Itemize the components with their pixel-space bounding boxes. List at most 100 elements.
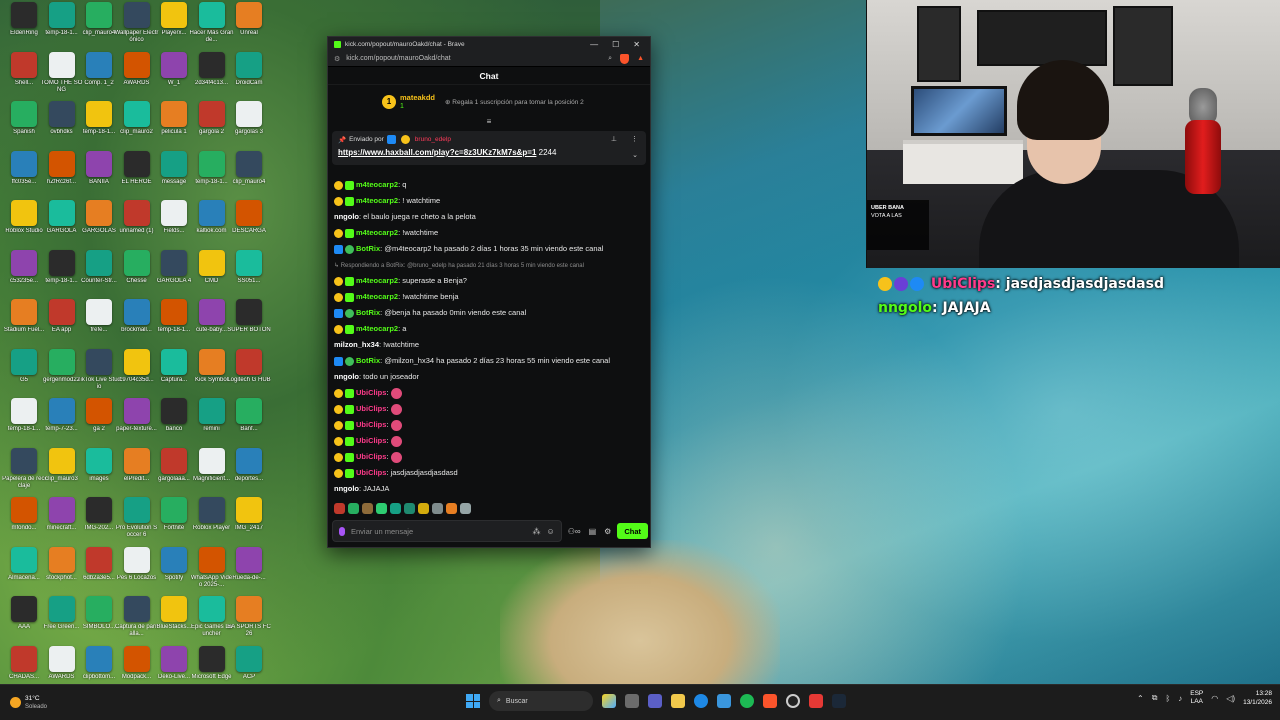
chat-message[interactable]: BotRix: @benja ha pasado 0min viendo est…: [334, 305, 644, 321]
emote-icon[interactable]: [418, 503, 429, 514]
file-explorer-icon[interactable]: [671, 694, 685, 708]
chat-message[interactable]: BotRix: @milzon_hx34 ha pasado 2 días 23…: [334, 353, 644, 369]
chat-message[interactable]: m4teocarp2: superaste a Benja?: [334, 273, 644, 289]
chat-username[interactable]: UbiClips: [356, 468, 386, 477]
wifi-icon[interactable]: ◠: [1211, 694, 1218, 703]
chevron-up-icon[interactable]: ⌃: [1137, 694, 1144, 703]
emoji-icon[interactable]: ☺: [547, 527, 555, 536]
desktop-icon[interactable]: clip_mauro4: [227, 149, 271, 197]
chat-message[interactable]: nngolo: JAJAJA: [334, 481, 644, 497]
chat-message[interactable]: m4teocarp2: ! watchtime: [334, 193, 644, 209]
obs-icon[interactable]: [786, 694, 800, 708]
chat-username[interactable]: m4teocarp2: [356, 292, 398, 301]
address-bar[interactable]: ⚙ kick.com/popout/mauroOakd/chat ⌕ ▲: [328, 51, 650, 67]
emote-icon[interactable]: [376, 503, 387, 514]
chat-message[interactable]: BotRix: @m4teocarp2 ha pasado 2 días 1 h…: [334, 241, 644, 257]
chat-username[interactable]: milzon_hx34: [334, 340, 379, 349]
pinned-user[interactable]: bruno_edelp: [415, 136, 451, 143]
chevron-down-icon[interactable]: ⌄: [632, 151, 638, 159]
taskbar-search[interactable]: ⌕ Buscar: [489, 691, 593, 711]
chat-username[interactable]: nngolo: [334, 372, 359, 381]
steam-icon[interactable]: [832, 694, 846, 708]
send-chat-button[interactable]: Chat: [617, 523, 648, 539]
chat-message[interactable]: UbiClips:: [334, 385, 644, 401]
chat-message[interactable]: UbiClips:: [334, 449, 644, 465]
chat-username[interactable]: UbiClips: [356, 420, 386, 429]
desktop-icon[interactable]: Banf...: [227, 396, 271, 444]
chat-message[interactable]: UbiClips: jasdjasdjasdjasdasd: [334, 465, 644, 481]
emote-icon[interactable]: [390, 503, 401, 514]
chat-username[interactable]: m4teocarp2: [356, 180, 398, 189]
emote-icon[interactable]: [446, 503, 457, 514]
unpin-icon[interactable]: ⊥: [611, 135, 617, 143]
brave-icon[interactable]: [763, 694, 777, 708]
desktop-icon[interactable]: DroidCam: [227, 50, 271, 98]
desktop-icon[interactable]: DESCARGA: [227, 198, 271, 246]
chat-username[interactable]: UbiClips: [356, 436, 386, 445]
emote-icon[interactable]: [348, 503, 359, 514]
chat-message[interactable]: m4teocarp2: a: [334, 321, 644, 337]
bluetooth-icon[interactable]: ᛒ: [1165, 694, 1170, 703]
chat-message[interactable]: ↳ Respondiendo a BotRix: @bruno_edelp ha…: [334, 257, 644, 273]
clock[interactable]: 13:28 13/1/2026: [1243, 689, 1272, 707]
url-text[interactable]: kick.com/popout/mauroOakd/chat: [346, 55, 608, 62]
brave-shield-icon[interactable]: [620, 53, 630, 64]
teams-icon[interactable]: [648, 694, 662, 708]
brave-rewards-icon[interactable]: ▲: [637, 55, 644, 62]
desktop-icon[interactable]: SUPER BOTON: [227, 297, 271, 345]
site-info-icon[interactable]: ⚙: [334, 55, 340, 63]
emote-icon[interactable]: [432, 503, 443, 514]
chat-username[interactable]: m4teocarp2: [356, 228, 398, 237]
desktop-icon[interactable]: deportes...: [227, 446, 271, 494]
chat-message[interactable]: nngolo: el baulo juega re cheto a la pel…: [334, 209, 644, 225]
more-options-icon[interactable]: ⋮: [631, 135, 638, 143]
chat-username[interactable]: UbiClips: [356, 388, 386, 397]
start-button[interactable]: [466, 694, 480, 708]
pinned-link[interactable]: https://www.haxball.com/play?c=8z3UKz7kM…: [338, 148, 536, 157]
zoom-icon[interactable]: ⌕: [608, 55, 612, 63]
message-field[interactable]: ⁂ ☺: [332, 520, 562, 542]
chat-username[interactable]: m4teocarp2: [356, 196, 398, 205]
mic-tray-icon[interactable]: ♪: [1178, 694, 1182, 703]
desktop-icon[interactable]: Logitech G HUB: [227, 347, 271, 395]
app-icon[interactable]: [809, 694, 823, 708]
points-icon[interactable]: ⚇∞: [568, 527, 581, 536]
chat-username[interactable]: nngolo: [334, 484, 359, 493]
collapse-icon[interactable]: ≡: [328, 118, 650, 127]
translate-icon[interactable]: ⁂: [533, 527, 541, 536]
edge-icon[interactable]: [694, 694, 708, 708]
gear-icon[interactable]: ⚙: [604, 527, 611, 536]
close-button[interactable]: ✕: [633, 40, 640, 49]
message-input[interactable]: [351, 526, 527, 536]
microphone-icon[interactable]: [339, 526, 345, 536]
chat-message[interactable]: m4teocarp2: !watchtime: [334, 225, 644, 241]
chat-message[interactable]: UbiClips:: [334, 417, 644, 433]
emote-icon[interactable]: [334, 503, 345, 514]
desktop-icon[interactable]: EA SPORTS FC 26: [227, 594, 271, 642]
task-view-icon[interactable]: [625, 694, 639, 708]
network-icon[interactable]: ⧉: [1152, 693, 1158, 703]
desktop-icon[interactable]: gargolas 3: [227, 99, 271, 147]
chat-message[interactable]: nngolo: todo un joseador: [334, 369, 644, 385]
chat-username[interactable]: BotRix: [356, 356, 380, 365]
top-gifter-name[interactable]: mateakdd: [400, 93, 435, 102]
emote-icon[interactable]: [460, 503, 471, 514]
chat-message[interactable]: m4teocarp2: !watchtime benja: [334, 289, 644, 305]
chat-message[interactable]: m4teocarp2: q: [334, 177, 644, 193]
desktop-icon[interactable]: IMG_2417: [227, 495, 271, 543]
emote-icon[interactable]: [362, 503, 373, 514]
gift-tip[interactable]: ⊕ Regala 1 suscripción para tomar la pos…: [445, 98, 584, 106]
spotify-icon[interactable]: [740, 694, 754, 708]
chat-message[interactable]: UbiClips:: [334, 401, 644, 417]
maximize-button[interactable]: ☐: [612, 40, 619, 49]
chat-message[interactable]: UbiClips:: [334, 433, 644, 449]
desktop-icon[interactable]: SS051...: [227, 248, 271, 296]
chat-message[interactable]: milzon_hx34: !watchtime: [334, 337, 644, 353]
chat-username[interactable]: m4teocarp2: [356, 276, 398, 285]
emote-icon[interactable]: [404, 503, 415, 514]
desktop-icon[interactable]: Unreal: [227, 0, 271, 48]
chat-username[interactable]: BotRix: [356, 308, 380, 317]
chat-username[interactable]: BotRix: [356, 244, 380, 253]
chat-username[interactable]: UbiClips: [356, 404, 386, 413]
minimize-button[interactable]: —: [590, 40, 598, 49]
